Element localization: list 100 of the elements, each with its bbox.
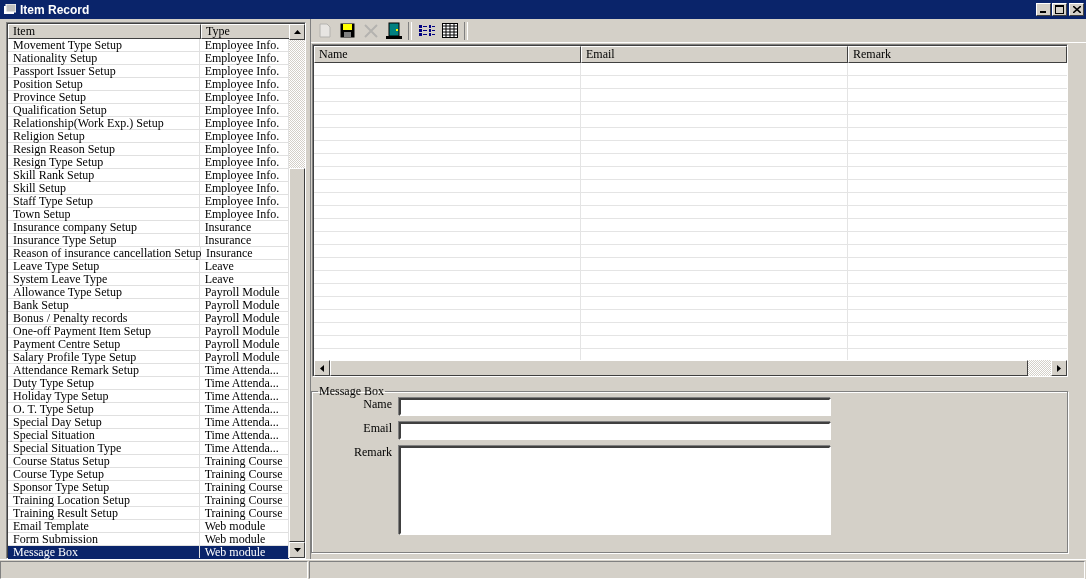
list-row[interactable]: Holiday Type Setup Time Attenda... [8, 390, 289, 403]
list-row[interactable]: Special Day Setup Time Attenda... [8, 416, 289, 429]
item-cell: Holiday Type Setup [8, 390, 200, 402]
list-row[interactable]: Course Type Setup Training Course [8, 468, 289, 481]
window-title: Item Record [20, 2, 91, 17]
list-row[interactable]: Movement Type Setup Employee Info. [8, 39, 289, 52]
list-row[interactable]: Attendance Remark Setup Time Attenda... [8, 364, 289, 377]
item-cell: Position Setup [8, 78, 200, 90]
list-row[interactable]: Bank Setup Payroll Module [8, 299, 289, 312]
list-row[interactable]: Special Situation Time Attenda... [8, 429, 289, 442]
item-cell: Special Situation [8, 429, 200, 441]
item-cell: Qualification Setup [8, 104, 200, 116]
list-row[interactable]: Sponsor Type Setup Training Course [8, 481, 289, 494]
column-header[interactable]: Item [8, 24, 201, 39]
item-cell: Duty Type Setup [8, 377, 200, 389]
maximize-button[interactable] [1052, 3, 1067, 16]
door-icon [385, 22, 402, 39]
list-row[interactable]: Message Box Web module [8, 546, 289, 559]
scrollbar-thumb[interactable] [289, 168, 305, 542]
column-header[interactable]: Name [314, 46, 581, 63]
item-cell: Email Template [8, 520, 200, 532]
column-header[interactable]: Email [581, 46, 848, 63]
list-row[interactable]: Bonus / Penalty records Payroll Module [8, 312, 289, 325]
item-cell: Town Setup [8, 208, 200, 220]
minimize-button[interactable] [1036, 3, 1051, 16]
list-row[interactable]: Leave Type Setup Leave [8, 260, 289, 273]
list-row[interactable]: Form Submission Web module [8, 533, 289, 546]
list-row[interactable]: Position Setup Employee Info. [8, 78, 289, 91]
list-row[interactable]: Skill Setup Employee Info. [8, 182, 289, 195]
item-cell: Passport Issuer Setup [8, 65, 200, 77]
item-cell: Course Type Setup [8, 468, 200, 480]
list-row[interactable]: Duty Type Setup Time Attenda... [8, 377, 289, 390]
item-cell: O. T. Type Setup [8, 403, 200, 415]
item-list[interactable] [6, 22, 306, 559]
list-row[interactable]: Qualification Setup Employee Info. [8, 104, 289, 117]
scroll-left-button[interactable] [314, 360, 330, 376]
field-label: Name [362, 397, 393, 411]
record-grid[interactable]: Name Email Remark [312, 44, 1068, 377]
list-row[interactable]: Resign Reason Setup Employee Info. [8, 143, 289, 156]
window-icon [4, 4, 16, 15]
list-row[interactable]: O. T. Type Setup Time Attenda... [8, 403, 289, 416]
item-cell: Payment Centre Setup [8, 338, 200, 350]
list-row[interactable]: Allowance Type Setup Payroll Module [8, 286, 289, 299]
field-label: Email [362, 421, 393, 435]
scroll-down-button[interactable] [289, 542, 305, 558]
input-field[interactable] [399, 422, 831, 440]
item-cell: Insurance company Setup [8, 221, 200, 233]
item-cell: Skill Setup [8, 182, 200, 194]
list-row[interactable]: Training Result Setup Training Course [8, 507, 289, 520]
list-row[interactable]: Insurance Type Setup Insurance [8, 234, 289, 247]
list-row[interactable]: Training Location Setup Training Course [8, 494, 289, 507]
input-field[interactable] [399, 398, 831, 416]
table-view-icon [441, 23, 458, 38]
up-arrow-icon [293, 30, 301, 34]
cross-icon [363, 23, 378, 38]
item-cell: One-off Payment Item Setup [8, 325, 200, 337]
item-cell: Reason of insurance cancellation Setup [8, 247, 201, 259]
item-cell: Special Day Setup [8, 416, 200, 428]
item-cell: Relationship(Work Exp.) Setup [8, 117, 200, 129]
item-cell: Bonus / Penalty records [8, 312, 200, 324]
list-row[interactable]: One-off Payment Item Setup Payroll Module [8, 325, 289, 338]
list-row[interactable]: Course Status Setup Training Course [8, 455, 289, 468]
list-row[interactable]: Salary Profile Type Setup Payroll Module [8, 351, 289, 364]
left-arrow-icon [320, 364, 324, 372]
list-row[interactable]: Email Template Web module [8, 520, 289, 533]
list-row[interactable]: Reason of insurance cancellation Setup Insurance [8, 247, 289, 260]
close-icon [1072, 6, 1081, 13]
list-row[interactable]: Special Situation Type Time Attenda... [8, 442, 289, 455]
item-cell: Leave Type Setup [8, 260, 200, 272]
column-header[interactable]: Type [201, 24, 291, 39]
list-row[interactable]: Insurance company Setup Insurance [8, 221, 289, 234]
list-view-icon [418, 23, 435, 38]
list-row[interactable]: Nationality Setup Employee Info. [8, 52, 289, 65]
scrollbar-thumb[interactable] [330, 360, 1028, 376]
list-row[interactable]: System Leave Type Leave [8, 273, 289, 286]
list-row[interactable]: Payment Centre Setup Payroll Module [8, 338, 289, 351]
item-cell: Training Location Setup [8, 494, 200, 506]
item-cell: System Leave Type [8, 273, 200, 285]
list-row[interactable]: Passport Issuer Setup Employee Info. [8, 65, 289, 78]
item-cell: Special Situation Type [8, 442, 200, 454]
down-arrow-icon [293, 548, 301, 552]
item-cell: Religion Setup [8, 130, 200, 142]
list-row[interactable]: Relationship(Work Exp.) Setup Employee Info. [8, 117, 289, 130]
item-cell: Movement Type Setup [8, 39, 200, 51]
list-row[interactable]: Province Setup Employee Info. [8, 91, 289, 104]
item-cell: Training Result Setup [8, 507, 200, 519]
scroll-right-button[interactable] [1051, 360, 1067, 376]
remark-textarea[interactable] [399, 446, 831, 535]
item-cell: Skill Rank Setup [8, 169, 200, 181]
list-row[interactable]: Skill Rank Setup Employee Info. [8, 169, 289, 182]
list-row[interactable]: Staff Type Setup Employee Info. [8, 195, 289, 208]
item-cell: Bank Setup [8, 299, 200, 311]
item-cell: Sponsor Type Setup [8, 481, 200, 493]
list-row[interactable]: Town Setup Employee Info. [8, 208, 289, 221]
list-row[interactable]: Resign Type Setup Employee Info. [8, 156, 289, 169]
column-header[interactable]: Remark [848, 46, 1067, 63]
close-button[interactable] [1069, 3, 1084, 16]
scroll-up-button[interactable] [289, 24, 305, 40]
list-row[interactable]: Religion Setup Employee Info. [8, 130, 289, 143]
field-label: Remark [353, 445, 393, 459]
